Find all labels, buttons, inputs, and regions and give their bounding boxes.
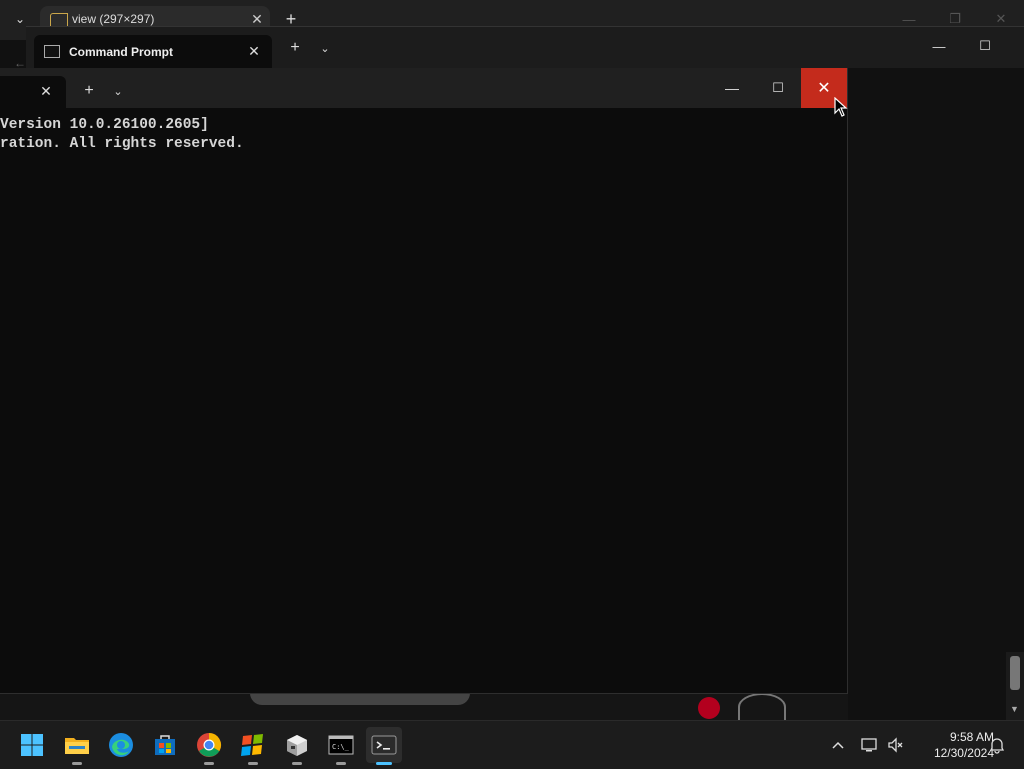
taskbar-file-explorer[interactable] xyxy=(59,727,95,765)
clock-date: 12/30/2024 xyxy=(933,746,994,760)
maximize-button[interactable]: ☐ xyxy=(762,68,794,108)
box-icon xyxy=(287,735,307,756)
terminal-window: ✕ + ⌄ — ☐ ✕ Version 10.0.26100.2605] rat… xyxy=(0,68,848,694)
new-tab-plus-icon[interactable]: + xyxy=(286,39,304,57)
folder-icon xyxy=(50,13,68,27)
console-line: Version 10.0.26100.2605] xyxy=(0,117,209,133)
terminal-window-back: Command Prompt ✕ + ⌄ — ☐ xyxy=(26,26,1024,69)
record-dot-icon xyxy=(698,697,720,719)
scroll-down-arrow-icon[interactable]: ▼ xyxy=(1010,704,1020,714)
start-button[interactable] xyxy=(14,727,50,763)
taskbar-store[interactable] xyxy=(147,727,183,763)
cmd-icon: C:\_ xyxy=(328,735,354,755)
active-indicator xyxy=(376,762,392,765)
chrome-icon xyxy=(197,733,222,757)
active-tab[interactable]: ✕ xyxy=(0,76,66,108)
chevron-down-icon[interactable]: ⌄ xyxy=(316,39,334,57)
browser-tab-title: view (297×297) xyxy=(72,12,155,26)
background-shape xyxy=(250,693,470,705)
taskbar-edge[interactable] xyxy=(103,727,139,763)
windows-logo-icon xyxy=(21,734,43,756)
paint-icon xyxy=(241,734,263,756)
taskbar-command-prompt[interactable]: C:\_ xyxy=(323,727,359,765)
taskbar-terminal[interactable] xyxy=(366,727,402,765)
running-indicator xyxy=(336,762,346,765)
network-icon[interactable] xyxy=(858,721,882,769)
minimize-icon[interactable]: — xyxy=(924,35,954,57)
mouse-cursor-icon xyxy=(834,97,848,117)
taskbar-chrome[interactable] xyxy=(191,727,227,765)
notification-bell-icon[interactable] xyxy=(986,721,1008,769)
running-indicator xyxy=(248,762,258,765)
scrollbar[interactable]: ▼ xyxy=(1006,652,1024,720)
close-tab-icon[interactable]: ✕ xyxy=(244,41,264,61)
scrollbar-thumb[interactable] xyxy=(1010,656,1020,690)
minimize-button[interactable]: — xyxy=(716,68,748,108)
terminal-icon xyxy=(371,735,397,755)
running-indicator xyxy=(72,762,82,765)
chevron-down-icon[interactable]: ⌄ xyxy=(109,82,127,100)
close-tab-icon[interactable]: ✕ xyxy=(36,81,56,101)
background-pane xyxy=(848,68,1024,720)
console-line: ration. All rights reserved. xyxy=(0,136,244,152)
edge-icon xyxy=(109,733,133,757)
background-strip xyxy=(0,693,848,721)
maximize-icon[interactable]: ☐ xyxy=(970,35,1000,57)
cmd-icon xyxy=(44,45,60,58)
svg-text:C:\_: C:\_ xyxy=(332,743,350,751)
running-indicator xyxy=(292,762,302,765)
taskbar: C:\_ 9:58 AM 12/30/2024 xyxy=(0,720,1024,769)
terminal-title-bar[interactable]: ✕ + ⌄ — ☐ ✕ xyxy=(0,68,847,108)
show-hidden-icons-chevron-up-icon[interactable] xyxy=(826,721,850,769)
tab-title: Command Prompt xyxy=(69,45,174,59)
person-icon xyxy=(738,693,786,721)
taskbar-paint[interactable] xyxy=(235,727,271,765)
store-icon xyxy=(155,735,175,755)
folder-icon xyxy=(65,738,89,754)
console-output[interactable]: Version 10.0.26100.2605] ration. All rig… xyxy=(0,116,840,676)
system-clock[interactable]: 9:58 AM 12/30/2024 xyxy=(904,729,994,763)
running-indicator xyxy=(204,762,214,765)
new-tab-plus-icon[interactable]: + xyxy=(80,82,98,100)
tab-command-prompt[interactable]: Command Prompt ✕ xyxy=(34,35,272,69)
taskbar-package-app[interactable] xyxy=(279,727,315,765)
clock-time: 9:58 AM xyxy=(949,730,994,744)
